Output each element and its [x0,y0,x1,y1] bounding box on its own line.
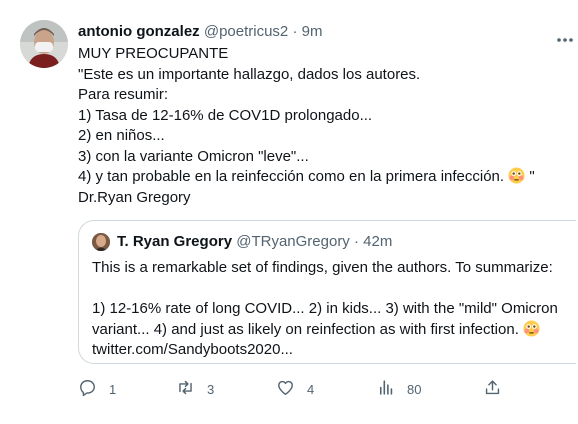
author-name[interactable]: antonio gonzalez [78,23,200,40]
quoted-author-name[interactable]: T. Ryan Gregory [117,233,232,250]
tweet-line: 2) en niños... [78,127,165,144]
tweet-line: 4) y tan probable en la reinfección como… [78,167,558,188]
retweet-count: 3 [207,381,215,397]
tweet-actions: 1 3 4 80 [78,378,518,400]
views-count: 80 [407,381,422,397]
tweet-line: Para resumir: [78,86,169,103]
reply-count: 1 [109,381,117,397]
tweet-timestamp[interactable]: 9m [302,23,323,40]
quoted-tweet-text: This is a remarkable set of findings, gi… [92,258,572,361]
quoted-author-avatar[interactable] [92,233,110,251]
retweet-icon [176,378,195,400]
tweet-line: 3) con la variante Omicron "leve"... [78,147,309,165]
analytics-icon [376,378,395,400]
share-icon [483,378,502,400]
quoted-author-handle[interactable]: @TRyanGregory [236,233,350,250]
share-button[interactable] [483,378,502,400]
quoted-tweet[interactable]: T. Ryan Gregory @TRyanGregory · 42m This… [78,220,576,364]
tweet-line: Dr.Ryan Gregory [78,188,191,206]
flushed-face-emoji-icon [508,167,525,184]
separator: · [292,23,298,40]
tweet-line: "Este es un importante hallazgo, dados l… [78,65,421,83]
more-icon[interactable] [556,30,574,42]
quoted-link[interactable]: twitter.com/Sandyboots2020... [92,340,572,361]
like-button[interactable]: 4 [276,378,314,400]
tweet-line: 1) Tasa de 12-16% de COV1D prolongado... [78,106,373,124]
tweet-line-tail: " [525,168,535,185]
tweet-text: MUY PREOCUPANTE "Este es un importante h… [78,44,558,208]
like-count: 4 [307,381,315,397]
quoted-tweet-timestamp[interactable]: 42m [363,233,392,250]
retweet-button[interactable]: 3 [176,378,214,400]
quoted-tweet-header: T. Ryan Gregory @TRyanGregory · 42m [117,233,392,250]
reply-icon [78,378,97,400]
quoted-line: 1) 12-16% rate of long COVID... 2) in ki… [92,300,558,317]
separator: · [353,233,359,250]
tweet-line-text: 4) y tan probable en la reinfección como… [78,168,505,185]
reply-button[interactable]: 1 [78,378,116,400]
tweet[interactable]: antonio gonzalez @poetricus2 · 9m MUY PR… [0,0,578,424]
flushed-face-emoji-icon [523,319,540,337]
quoted-line: This is a remarkable set of findings, gi… [92,259,553,276]
heart-icon [276,378,295,400]
views-button[interactable]: 80 [376,378,421,400]
author-avatar[interactable] [20,20,68,68]
author-handle[interactable]: @poetricus2 [204,23,288,40]
quoted-line: variant... 4) and just as likely on rein… [92,319,572,341]
quoted-line-text: variant... 4) and just as likely on rein… [92,320,519,338]
tweet-header: antonio gonzalez @poetricus2 · 9m [78,23,322,40]
tweet-line: MUY PREOCUPANTE [78,45,229,62]
